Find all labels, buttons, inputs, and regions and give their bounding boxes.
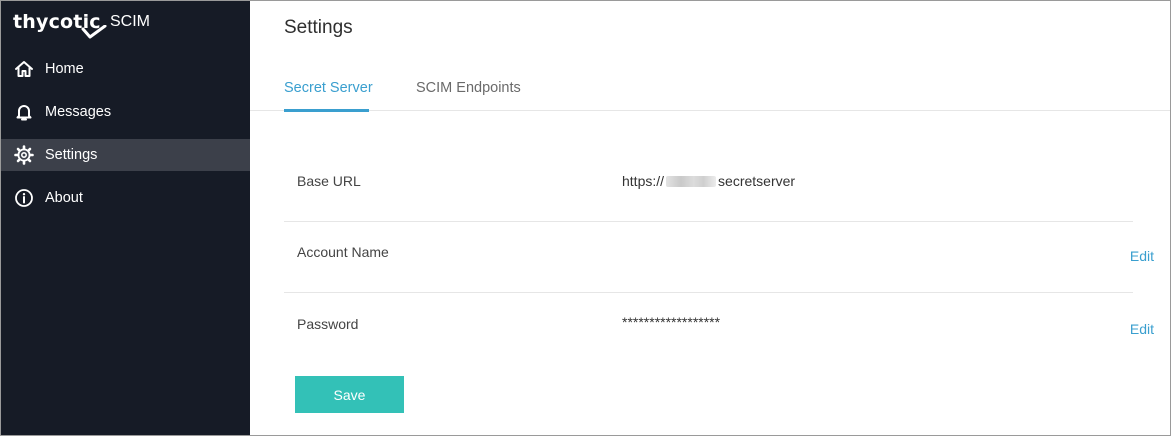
row-divider (284, 221, 1133, 222)
active-tab-indicator (284, 109, 369, 112)
sidebar-item-messages[interactable]: Messages (1, 96, 250, 128)
base-url-label: Base URL (297, 173, 361, 189)
info-icon (13, 187, 35, 209)
base-url-value: https:// secretserver (622, 173, 795, 189)
brand-check-icon (81, 25, 107, 39)
sidebar-item-label: Home (45, 61, 84, 77)
sidebar-item-label: About (45, 190, 83, 206)
gear-icon (13, 144, 35, 166)
edit-account-name-link[interactable]: Edit (1130, 248, 1154, 264)
home-icon (13, 58, 35, 80)
save-button[interactable]: Save (295, 376, 404, 413)
sidebar-item-about[interactable]: About (1, 182, 250, 214)
main-content: Settings Secret Server SCIM Endpoints Ba… (250, 1, 1170, 435)
edit-password-link[interactable]: Edit (1130, 321, 1154, 337)
sidebar-item-label: Settings (45, 147, 98, 163)
sidebar: thycotic SCIM Home Messages Settings Abo… (1, 1, 250, 435)
tab-secret-server[interactable]: Secret Server (284, 80, 373, 96)
page-title: Settings (284, 17, 353, 38)
password-value: ****************** (622, 314, 721, 330)
account-name-label: Account Name (297, 244, 389, 260)
base-url-prefix: https:// (622, 173, 665, 189)
bell-icon (13, 101, 35, 123)
base-url-suffix: secretserver (718, 173, 796, 189)
tab-scim-endpoints[interactable]: SCIM Endpoints (416, 80, 521, 96)
brand-app-name: SCIM (110, 13, 150, 30)
sidebar-item-settings[interactable]: Settings (1, 139, 250, 171)
password-label: Password (297, 316, 359, 332)
tab-bar: Secret Server SCIM Endpoints (250, 71, 1170, 112)
sidebar-item-home[interactable]: Home (1, 53, 250, 85)
redacted-host (666, 176, 717, 187)
sidebar-item-label: Messages (45, 104, 112, 120)
row-divider (284, 292, 1133, 293)
